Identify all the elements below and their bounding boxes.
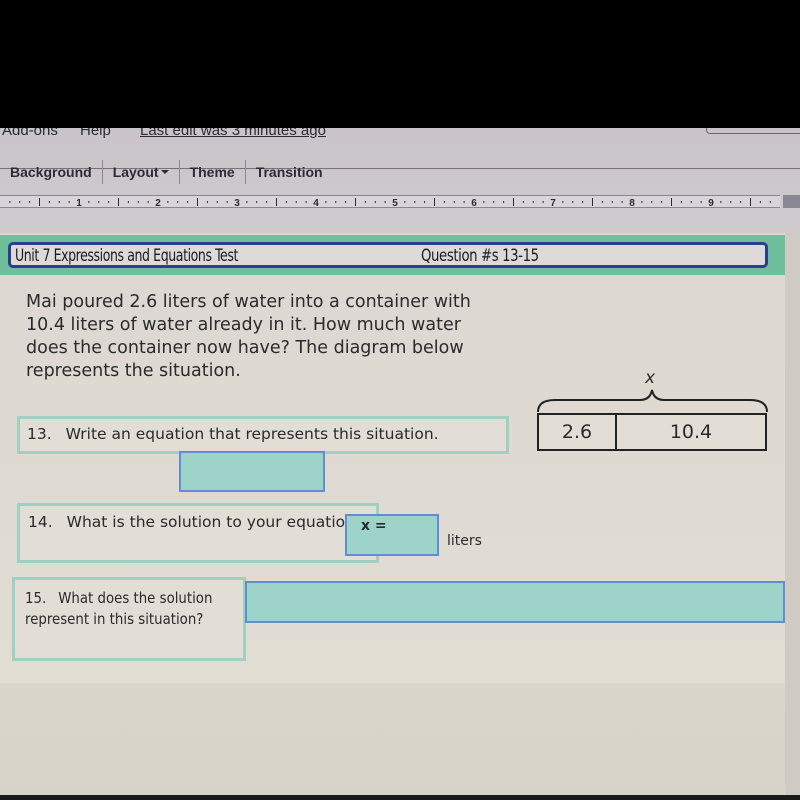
question-13-text: Write an equation that represents this s…	[65, 425, 439, 443]
camera-black-area	[0, 0, 800, 128]
ruler-label: 2	[155, 198, 161, 208]
ruler-label: 8	[629, 198, 635, 208]
last-edit-link[interactable]: Last edit was 3 minutes ago	[140, 128, 326, 139]
question-14-number: 14.	[28, 513, 53, 531]
transition-button[interactable]: Transition	[246, 164, 333, 180]
question-13: 13. Write an equation that represents thi…	[17, 416, 509, 454]
answer-unit: liters	[447, 533, 482, 549]
ruler-label: 6	[471, 198, 477, 208]
ruler-label: 4	[313, 198, 319, 208]
slides-editor: Add-ons Help Last edit was 3 minutes ago…	[0, 128, 800, 800]
ruler-label: 5	[392, 198, 398, 208]
ruler-scroll-area	[783, 195, 800, 208]
problem-prompt: Mai poured 2.6 liters of water into a co…	[26, 292, 471, 381]
horizontal-ruler[interactable]: 1 2 3 4 5 6 7 8 9	[0, 195, 780, 208]
slide-canvas: Unit 7 Expressions and Equations Test Qu…	[0, 233, 785, 683]
transition-label: Transition	[255, 164, 323, 180]
toolbar: Background Layout Theme Transition	[0, 154, 800, 190]
question-14: 14. What is the solution to your equation…	[17, 503, 379, 563]
tape-bar: 2.6 10.4	[537, 413, 767, 451]
ruler-label: 3	[234, 198, 240, 208]
screen-bezel	[0, 795, 800, 800]
question-15: 15. What does the solution represent in t…	[12, 577, 246, 661]
tape-part-a: 2.6	[539, 415, 617, 449]
chevron-down-icon	[160, 170, 169, 174]
question-14-text: What is the solution to your equation?	[66, 513, 364, 531]
layout-label: Layout	[112, 164, 159, 180]
question-13-number: 13.	[27, 425, 52, 443]
question-15-text: What does the solution represent in this…	[25, 589, 213, 628]
ruler-label: 1	[76, 198, 82, 208]
ruler-ticks: 1 2 3 4 5 6 7 8 9	[9, 198, 771, 208]
theme-button[interactable]: Theme	[180, 164, 245, 180]
diagram-total-label: x	[645, 368, 656, 388]
theme-label: Theme	[189, 164, 235, 180]
background-button[interactable]: Background	[0, 164, 102, 180]
share-button-area[interactable]	[706, 128, 800, 134]
answer-prefix: x =	[361, 518, 387, 534]
title-box[interactable]: Unit 7 Expressions and Equations Test Qu…	[8, 242, 768, 268]
question-15-answer-field[interactable]	[245, 581, 785, 623]
menu-item-addons[interactable]: Add-ons	[2, 128, 58, 139]
tape-diagram: x 2.6 10.4	[535, 368, 770, 458]
layout-button[interactable]: Layout	[103, 164, 179, 180]
ruler-label: 9	[708, 198, 714, 208]
screen-edge	[785, 233, 800, 800]
ruler-label: 7	[550, 198, 556, 208]
curly-brace-icon	[537, 389, 768, 413]
background-label: Background	[10, 164, 92, 180]
question-range: Question #s 13-15	[421, 246, 539, 266]
menu-item-help[interactable]: Help	[80, 128, 111, 139]
question-14-answer-field[interactable]: x =	[345, 514, 439, 556]
menu-bar: Add-ons Help Last edit was 3 minutes ago	[0, 128, 800, 142]
slide-title: Unit 7 Expressions and Equations Test	[15, 246, 238, 266]
question-15-number: 15.	[25, 589, 47, 607]
tape-part-b: 10.4	[669, 421, 713, 443]
question-13-answer-field[interactable]	[179, 451, 325, 492]
